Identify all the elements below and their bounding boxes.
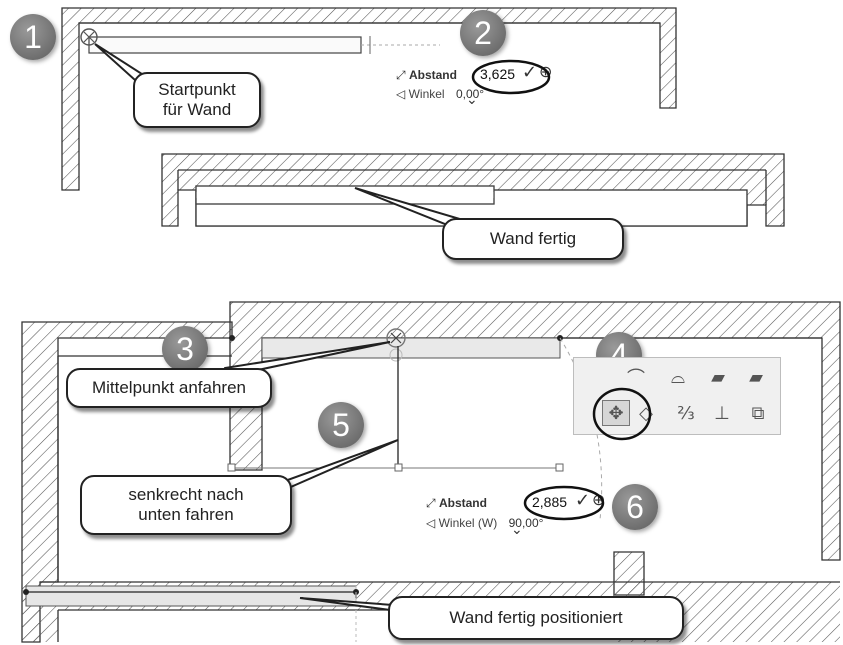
step-2-badge: 2 bbox=[460, 10, 506, 56]
hatch-wall-icon[interactable]: ▰ bbox=[704, 364, 732, 390]
callout-startpunkt: Startpunkt für Wand bbox=[133, 72, 261, 128]
winkel-label: Winkel bbox=[408, 87, 445, 101]
distance-icon: ⤢ bbox=[396, 68, 406, 82]
panel-2-walls bbox=[161, 153, 785, 227]
step-5-badge: 5 bbox=[318, 402, 364, 448]
offset-tool-icon[interactable]: ⊥ bbox=[708, 400, 736, 426]
callout-wand-fertig: Wand fertig bbox=[442, 218, 624, 260]
step-3-badge: 3 bbox=[162, 326, 208, 372]
highlight-ellipse-bottom bbox=[523, 485, 605, 521]
abstand-label-2: Abstand bbox=[438, 496, 487, 510]
chevron-down-icon-2[interactable]: ⌄ bbox=[511, 522, 523, 538]
angle-icon: ◁ bbox=[396, 87, 406, 101]
panel-3-walls bbox=[21, 301, 841, 643]
split-tool-icon[interactable]: ⅔ bbox=[672, 400, 700, 426]
winkel-label-2: Winkel (W) bbox=[438, 516, 498, 530]
highlight-ellipse-top bbox=[471, 59, 551, 95]
callout-wand-positioniert: Wand fertig positioniert bbox=[388, 596, 684, 640]
arc-tool-icon[interactable]: ⌓ bbox=[664, 364, 692, 390]
copy-tool-icon[interactable]: ⧉ bbox=[744, 400, 772, 426]
distance-icon-2: ⤢ bbox=[426, 496, 436, 510]
callout-senkrecht: senkrecht nach unten fahren bbox=[80, 475, 292, 535]
abstand-label: Abstand bbox=[408, 68, 457, 82]
step-1-badge: 1 bbox=[10, 14, 56, 60]
callout-mittelpunkt: Mittelpunkt anfahren bbox=[66, 368, 272, 408]
angle-icon-2: ◁ bbox=[426, 516, 436, 530]
hatch-wall-2-icon[interactable]: ▰ bbox=[742, 364, 770, 390]
highlight-circle-toolbar bbox=[592, 387, 652, 441]
